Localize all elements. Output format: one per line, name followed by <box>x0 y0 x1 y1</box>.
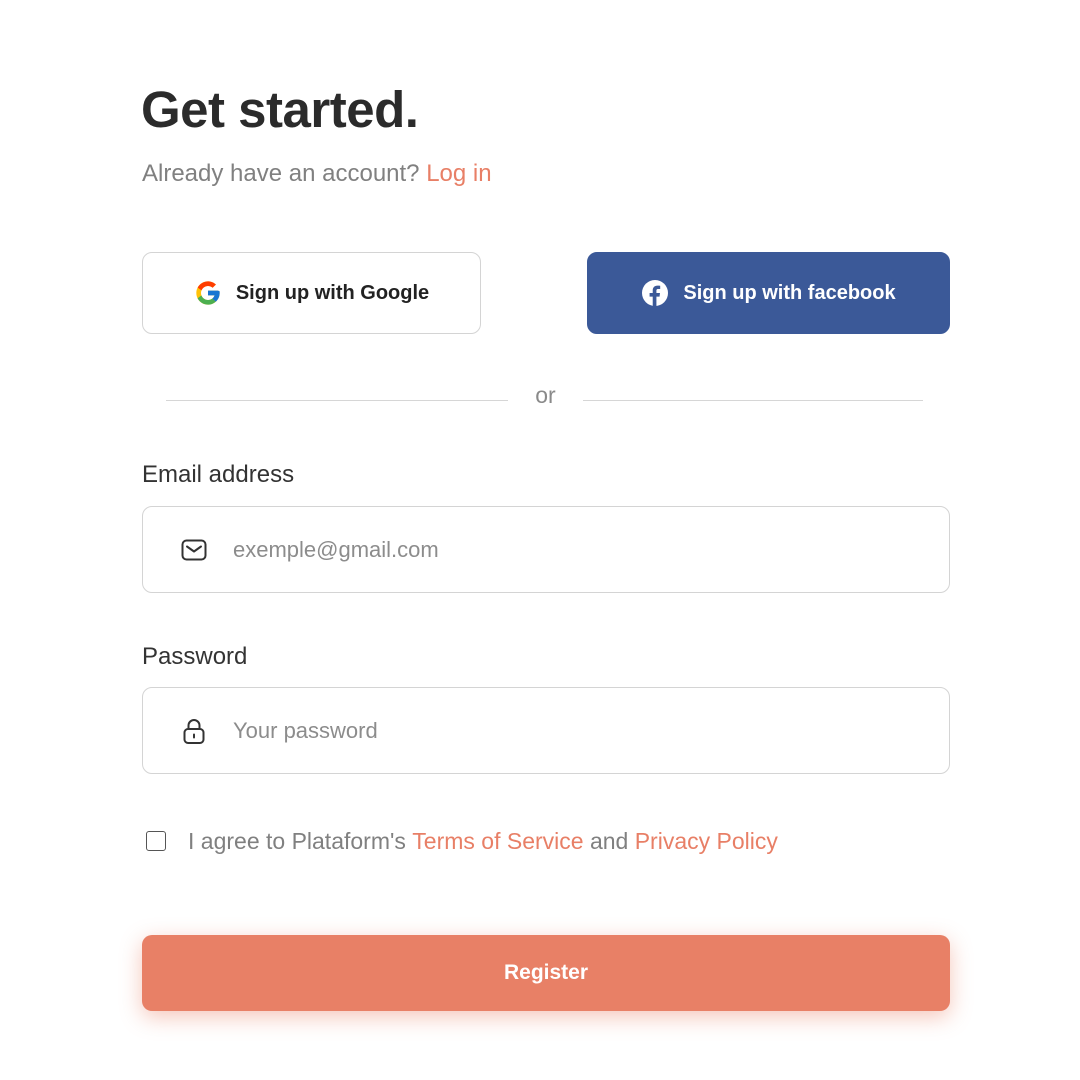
login-prompt-text: Already have an account? <box>142 160 420 187</box>
facebook-signup-button[interactable]: Sign up with facebook <box>587 252 950 334</box>
lock-icon <box>179 716 209 746</box>
terms-checkbox[interactable] <box>146 831 166 851</box>
divider-line-left <box>166 400 508 401</box>
divider-text: or <box>535 382 556 408</box>
google-signup-button[interactable]: Sign up with Google <box>142 252 481 334</box>
privacy-policy-link[interactable]: Privacy Policy <box>635 828 778 855</box>
google-icon <box>194 279 222 307</box>
terms-conjunction: and <box>589 827 629 854</box>
terms-prefix: I agree to Plataform's <box>188 827 406 854</box>
email-label: Email address <box>142 461 295 488</box>
signup-page: Get started. Already have an account? Lo… <box>0 0 1080 1080</box>
email-input[interactable] <box>231 535 915 564</box>
page-title: Get started. <box>141 81 419 138</box>
register-button[interactable]: Register <box>142 935 950 1011</box>
terms-agreement: I agree to Plataform's Terms of Service … <box>146 826 778 856</box>
password-input[interactable] <box>231 716 915 745</box>
password-input-box[interactable] <box>142 687 950 774</box>
password-label: Password <box>142 643 248 670</box>
google-signup-label: Sign up with Google <box>235 281 430 304</box>
divider-line-right <box>583 400 923 401</box>
or-divider: or <box>166 382 923 416</box>
facebook-icon <box>641 279 669 307</box>
login-link[interactable]: Log in <box>426 160 491 187</box>
terms-of-service-link[interactable]: Terms of Service <box>412 828 583 855</box>
mail-icon <box>179 535 209 565</box>
facebook-signup-label: Sign up with facebook <box>683 281 896 304</box>
email-input-box[interactable] <box>142 506 950 593</box>
login-prompt: Already have an account? Log in <box>142 160 492 188</box>
